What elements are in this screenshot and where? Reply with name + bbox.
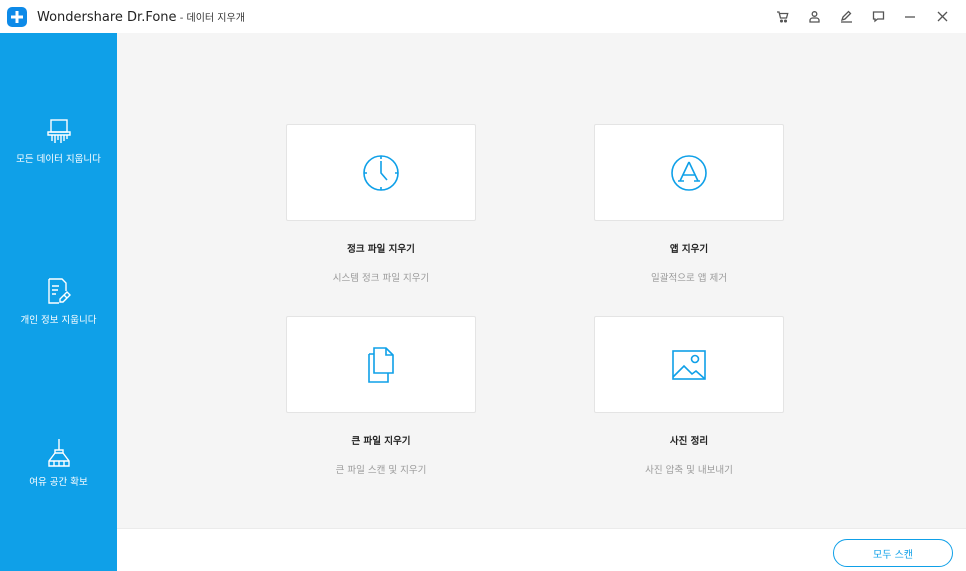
apps-card[interactable] [594,124,784,221]
feature-apps: 앱 지우기 일괄적으로 앱 제거 [594,124,784,284]
title-separator: - [176,12,187,24]
feature-photos: 사진 정리 사진 압축 및 내보내기 [594,316,784,476]
module-name: 데이터 지우개 [186,12,245,24]
card-title: 사진 정리 [669,436,709,447]
feedback-button[interactable] [862,0,894,33]
cart-icon [776,11,789,23]
minimize-icon [905,15,915,18]
edit-button[interactable] [830,0,862,33]
user-icon [808,11,820,23]
sidebar-item-label: 모든 데이터 지웁니다 [16,154,101,165]
feedback-icon [872,11,884,23]
sidebar-item-label: 여유 공간 확보 [29,477,88,488]
close-button[interactable] [926,0,958,33]
junk-files-card[interactable] [286,124,476,221]
feature-large-files: 큰 파일 지우기 큰 파일 스캔 및 지우기 [286,316,476,476]
large-files-card[interactable] [286,316,476,413]
card-description: 시스템 정크 파일 지우기 [332,273,430,284]
window-controls [766,0,958,33]
card-title: 정크 파일 지우기 [347,244,415,255]
minimize-button[interactable] [894,0,926,33]
clock-icon [363,154,399,191]
shredder-icon [46,119,71,143]
app-store-icon [671,154,707,191]
scan-all-button[interactable]: 모두 스캔 [833,539,953,567]
card-title: 큰 파일 지우기 [351,436,411,447]
card-description: 큰 파일 스캔 및 지우기 [335,465,427,476]
account-button[interactable] [798,0,830,33]
footer: 모두 스캔 [117,528,966,571]
sidebar-item-erase-private-data[interactable]: 개인 정보 지웁니다 [0,278,117,326]
broom-icon [47,439,70,467]
sidebar-item-erase-all-data[interactable]: 모든 데이터 지웁니다 [0,119,117,165]
close-icon [937,11,947,22]
main-content: 정크 파일 지우기 시스템 정크 파일 지우기 앱 지우기 일괄적으로 앱 제거… [117,33,966,528]
window-title: Wondershare Dr.Fone - 데이터 지우개 [37,9,245,25]
image-icon [672,349,706,380]
sidebar-item-label: 개인 정보 지웁니다 [20,315,97,326]
card-description: 사진 압축 및 내보내기 [645,465,733,476]
sidebar-item-free-up-space[interactable]: 여유 공간 확보 [0,438,117,488]
card-description: 일괄적으로 앱 제거 [651,273,727,284]
app-name: Wondershare Dr.Fone [37,9,177,25]
files-icon [368,346,394,383]
app-logo-icon [7,6,27,27]
title-bar: Wondershare Dr.Fone - 데이터 지우개 [0,0,966,33]
photos-card[interactable] [594,316,784,413]
cart-button[interactable] [766,0,798,33]
sidebar: 모든 데이터 지웁니다 개인 정보 지웁니다 여유 공간 확보 [0,33,117,571]
feature-junk-files: 정크 파일 지우기 시스템 정크 파일 지우기 [286,124,476,284]
document-erase-icon [47,278,71,304]
card-title: 앱 지우기 [669,244,709,255]
edit-icon [840,10,852,23]
